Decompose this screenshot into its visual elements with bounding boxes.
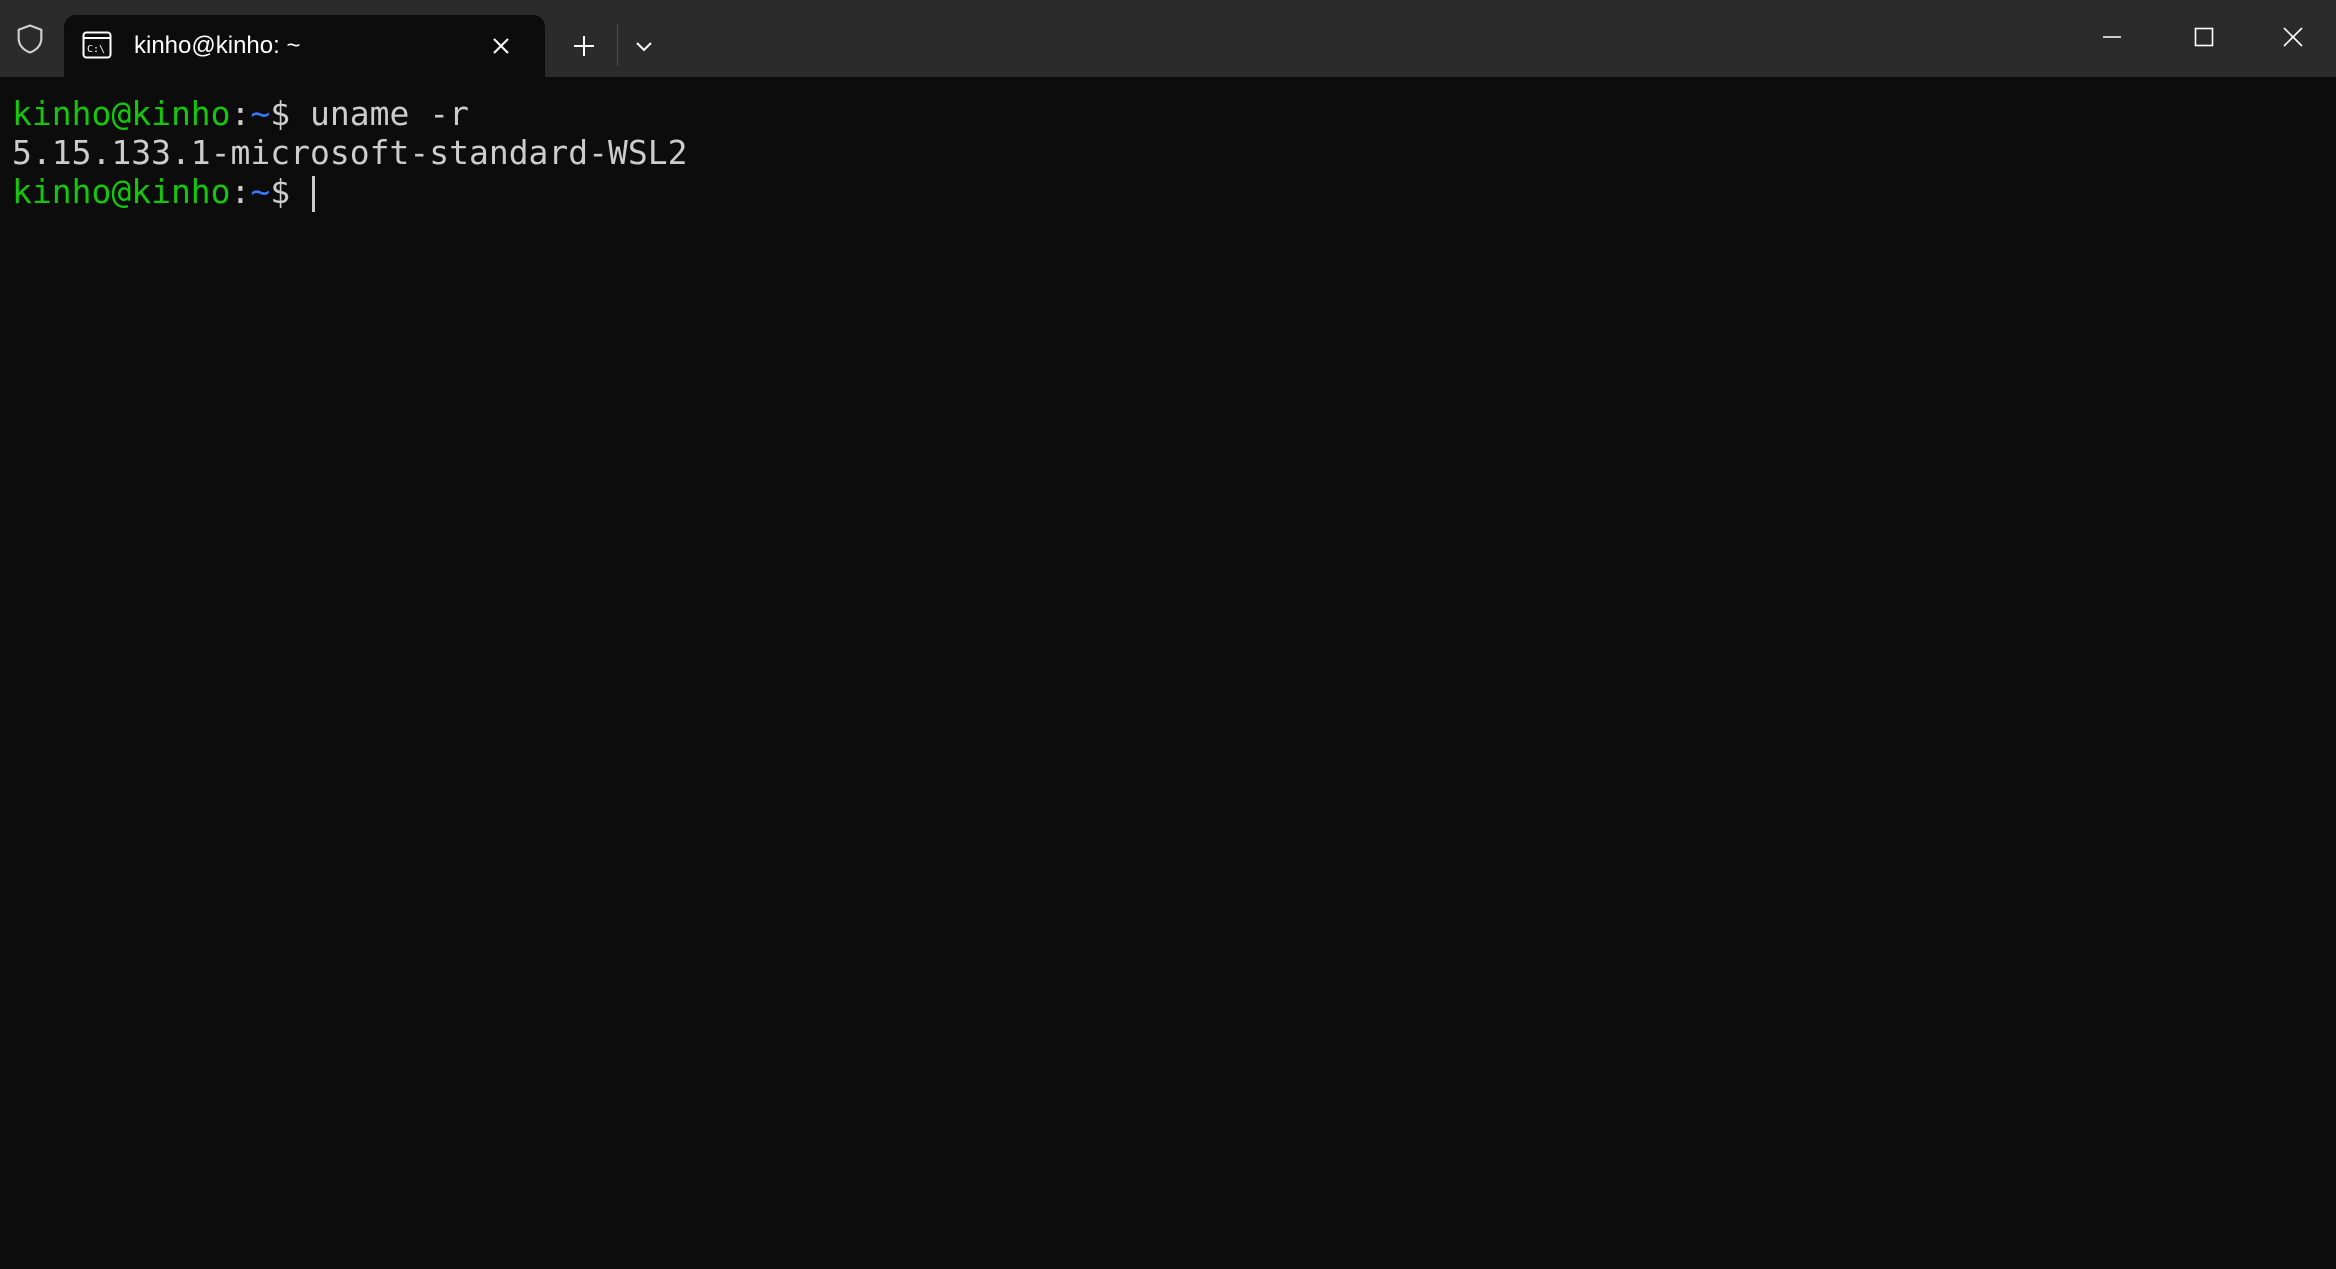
prompt-colon: : xyxy=(230,94,251,133)
tab-divider xyxy=(617,24,618,66)
plus-icon xyxy=(574,36,594,56)
command-input[interactable] xyxy=(290,172,310,211)
prompt-user-host: kinho@kinho xyxy=(12,172,231,211)
terminal-line: kinho@kinho:~$ xyxy=(12,172,316,212)
terminal-output[interactable]: kinho@kinho:~$ uname -r 5.15.133.1-micro… xyxy=(0,77,2336,1269)
terminal-line: kinho@kinho:~$ uname -r xyxy=(12,94,469,133)
close-icon xyxy=(493,38,509,54)
command-output: 5.15.133.1-microsoft-standard-WSL2 xyxy=(12,133,688,172)
tab-close-button[interactable] xyxy=(482,27,520,65)
minimize-icon xyxy=(2103,36,2121,38)
prompt-path: ~ xyxy=(250,172,271,211)
command-text: uname -r xyxy=(290,94,469,133)
prompt-dollar: $ xyxy=(270,172,291,211)
terminal-window: C:\ kinho@kinho: ~ kinho@kinho:~$ uname … xyxy=(0,0,2336,1269)
maximize-button[interactable] xyxy=(2158,0,2250,74)
close-icon xyxy=(2283,27,2303,47)
svg-text:C:\: C:\ xyxy=(87,44,105,55)
tab-active[interactable]: C:\ kinho@kinho: ~ xyxy=(64,15,545,77)
text-cursor xyxy=(312,175,316,212)
minimize-button[interactable] xyxy=(2066,0,2158,74)
window-close-button[interactable] xyxy=(2250,0,2336,74)
prompt-colon: : xyxy=(230,172,251,211)
prompt-dollar: $ xyxy=(270,94,291,133)
chevron-down-icon xyxy=(636,42,652,52)
tab-dropdown-button[interactable] xyxy=(622,22,666,70)
maximize-icon xyxy=(2194,27,2214,47)
title-bar: C:\ kinho@kinho: ~ xyxy=(0,0,2336,77)
new-tab-button[interactable] xyxy=(560,22,608,70)
command-prompt-icon: C:\ xyxy=(82,31,112,59)
tab-title: kinho@kinho: ~ xyxy=(134,32,301,59)
shield-icon[interactable] xyxy=(0,0,60,77)
prompt-path: ~ xyxy=(250,94,271,133)
prompt-user-host: kinho@kinho xyxy=(12,94,231,133)
terminal-line: 5.15.133.1-microsoft-standard-WSL2 xyxy=(12,133,688,172)
